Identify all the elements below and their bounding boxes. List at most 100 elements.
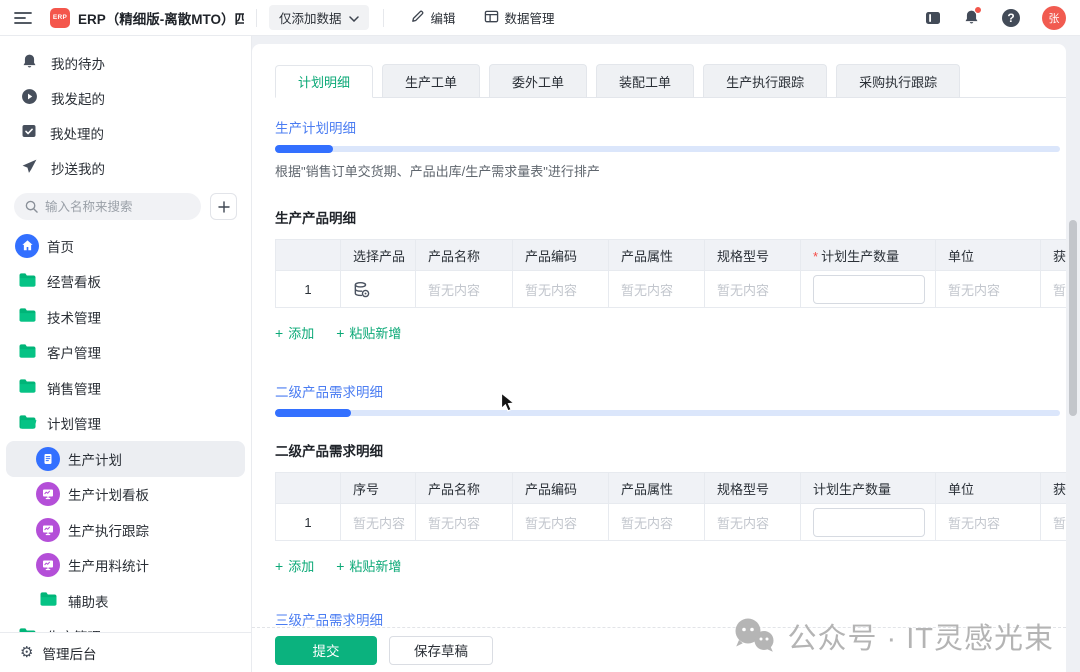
- table-actions: +添加 +粘贴新增: [275, 556, 1066, 575]
- app-logo: ERP: [50, 8, 70, 28]
- sidebar-item-customer-manage[interactable]: 客户管理: [6, 335, 245, 371]
- cell-product-name: 暂无内容: [416, 504, 513, 541]
- bell-icon: [21, 53, 38, 73]
- form-card: 计划明细 生产工单 委外工单 装配工单 生产执行跟踪 采购执行跟踪 生产计划明细…: [252, 44, 1066, 672]
- sidebar-item-production-track[interactable]: 生产执行跟踪: [6, 512, 245, 548]
- col-product-attr: 产品属性: [609, 473, 705, 504]
- plus-icon: +: [275, 559, 283, 573]
- folder-icon: [39, 591, 58, 610]
- edit-button[interactable]: 编辑: [410, 8, 456, 27]
- sidebar-item-label: 我处理的: [50, 123, 104, 143]
- col-fetch: 获取: [1041, 473, 1067, 504]
- col-product-code: 产品编码: [513, 240, 609, 271]
- topbar-right: ? 张: [925, 6, 1066, 30]
- add-data-mode-dropdown[interactable]: 仅添加数据: [269, 5, 369, 30]
- pencil-icon: [410, 9, 425, 27]
- topbar-divider: [256, 9, 257, 27]
- tab-bar: 计划明细 生产工单 委外工单 装配工单 生产执行跟踪 采购执行跟踪: [275, 64, 1066, 98]
- vertical-scrollbar[interactable]: [1069, 220, 1077, 416]
- cell-spec-model: 暂无内容: [705, 504, 801, 541]
- section-title-production-plan-detail[interactable]: 生产计划明细: [275, 117, 356, 137]
- paste-add-button[interactable]: +粘贴新增: [336, 556, 401, 575]
- table-row: 1 暂无内容 暂无内容 暂无内容 暂无内容 暂无内容 暂无内容: [276, 271, 1067, 308]
- table-actions: +添加 +粘贴新增: [275, 323, 1066, 342]
- cell-unit: 暂无内容: [936, 271, 1041, 308]
- tab-production-order[interactable]: 生产工单: [382, 64, 480, 97]
- sidebar-item-home[interactable]: 首页: [6, 228, 245, 264]
- sidebar-item-my-initiated[interactable]: 我发起的: [0, 80, 251, 115]
- col-planned-qty: 计划生产数量: [801, 473, 936, 504]
- sidebar-item-label: 生产计划看板: [68, 484, 149, 504]
- app-title: ERP（精细版-离散MTO）四...: [78, 8, 244, 28]
- tab-assembly-order[interactable]: 装配工单: [596, 64, 694, 97]
- progress-bar: [275, 410, 1060, 416]
- cell-product-attr: 暂无内容: [609, 504, 705, 541]
- col-seq: 序号: [341, 473, 416, 504]
- sidebar-item-label: 经营看板: [47, 271, 101, 291]
- paste-add-button[interactable]: +粘贴新增: [336, 323, 401, 342]
- admin-console-label: 管理后台: [42, 643, 96, 663]
- col-product-attr: 产品属性: [609, 240, 705, 271]
- sidebar-item-material-stats[interactable]: 生产用料统计: [6, 548, 245, 584]
- admin-console-button[interactable]: ⚙ 管理后台: [0, 632, 251, 672]
- sidebar-item-production-manage[interactable]: 生产管理: [6, 619, 245, 633]
- document-icon: [36, 447, 60, 471]
- dashboard-icon: [36, 482, 60, 506]
- sidebar-item-label: 我发起的: [51, 88, 105, 108]
- sidebar-item-label: 生产用料统计: [68, 555, 149, 575]
- sidebar-item-production-plan[interactable]: 生产计划: [6, 441, 245, 477]
- col-spec-model: 规格型号: [705, 473, 801, 504]
- table-level2-demand: 序号 产品名称 产品编码 产品属性 规格型号 计划生产数量 单位 获取 1 暂无…: [275, 472, 1066, 541]
- sidebar-item-cc-to-me[interactable]: 抄送我的: [0, 150, 251, 185]
- section-title-level3-demand[interactable]: 三级产品需求明细: [275, 609, 383, 629]
- tab-outsource-order[interactable]: 委外工单: [489, 64, 587, 97]
- search-input[interactable]: [14, 193, 201, 220]
- plus-icon: +: [336, 326, 344, 340]
- sidebar-item-business-board[interactable]: 经营看板: [6, 264, 245, 300]
- folder-icon: [18, 272, 37, 291]
- sidebar-item-plan-manage[interactable]: 计划管理: [6, 406, 245, 442]
- save-draft-button[interactable]: 保存草稿: [389, 636, 493, 665]
- submit-button[interactable]: 提交: [275, 636, 377, 665]
- notification-bell-icon[interactable]: [963, 9, 980, 26]
- col-fetch: 获取: [1041, 240, 1067, 271]
- menu-icon[interactable]: [14, 11, 32, 25]
- required-mark: *: [813, 249, 818, 264]
- row-number: 1: [276, 504, 341, 541]
- add-row-button[interactable]: +添加: [275, 556, 314, 575]
- tab-production-exec-track[interactable]: 生产执行跟踪: [703, 64, 827, 97]
- table-title-level2-demand: 二级产品需求明细: [275, 440, 1066, 460]
- section-title-level2-demand[interactable]: 二级产品需求明细: [275, 381, 383, 401]
- sidebar-item-label: 首页: [47, 236, 74, 256]
- sidebar-item-helper-table[interactable]: 辅助表: [6, 583, 245, 619]
- top-bar: ERP ERP（精细版-离散MTO）四... 仅添加数据 编辑 数据管理 ? 张: [0, 0, 1080, 36]
- data-manage-button[interactable]: 数据管理: [484, 8, 555, 27]
- gear-icon: ⚙: [20, 645, 33, 660]
- sidebar-item-label: 抄送我的: [51, 158, 105, 178]
- help-icon[interactable]: ?: [1002, 9, 1020, 27]
- add-app-button[interactable]: [210, 193, 237, 220]
- sidebar-item-tech-manage[interactable]: 技术管理: [6, 299, 245, 335]
- col-product-name: 产品名称: [416, 473, 513, 504]
- col-product-name: 产品名称: [416, 240, 513, 271]
- select-product-lookup-icon[interactable]: [353, 281, 403, 298]
- cell-product-attr: 暂无内容: [609, 271, 705, 308]
- sidebar-item-my-todo[interactable]: 我的待办: [0, 45, 251, 80]
- planned-qty-input[interactable]: [813, 508, 925, 537]
- cell-product-code: 暂无内容: [513, 271, 609, 308]
- user-avatar[interactable]: 张: [1042, 6, 1066, 30]
- progress-bar: [275, 146, 1060, 152]
- sidebar-item-my-processed[interactable]: 我处理的: [0, 115, 251, 150]
- sidebar-item-sales-manage[interactable]: 销售管理: [6, 370, 245, 406]
- tab-purchase-exec-track[interactable]: 采购执行跟踪: [836, 64, 960, 97]
- planned-qty-input[interactable]: [813, 275, 925, 304]
- tab-plan-detail[interactable]: 计划明细: [275, 65, 373, 98]
- dashboard-icon: [36, 553, 60, 577]
- add-row-button[interactable]: +添加: [275, 323, 314, 342]
- table-production-products: 选择产品 产品名称 产品编码 产品属性 规格型号 *计划生产数量 单位 获取 1…: [275, 239, 1066, 308]
- sidebar-item-production-plan-board[interactable]: 生产计划看板: [6, 477, 245, 513]
- sidebar-search-row: [14, 193, 237, 220]
- search-icon: [25, 200, 38, 216]
- panel-toggle-icon[interactable]: [925, 11, 941, 25]
- sidebar-item-label: 生产执行跟踪: [68, 520, 149, 540]
